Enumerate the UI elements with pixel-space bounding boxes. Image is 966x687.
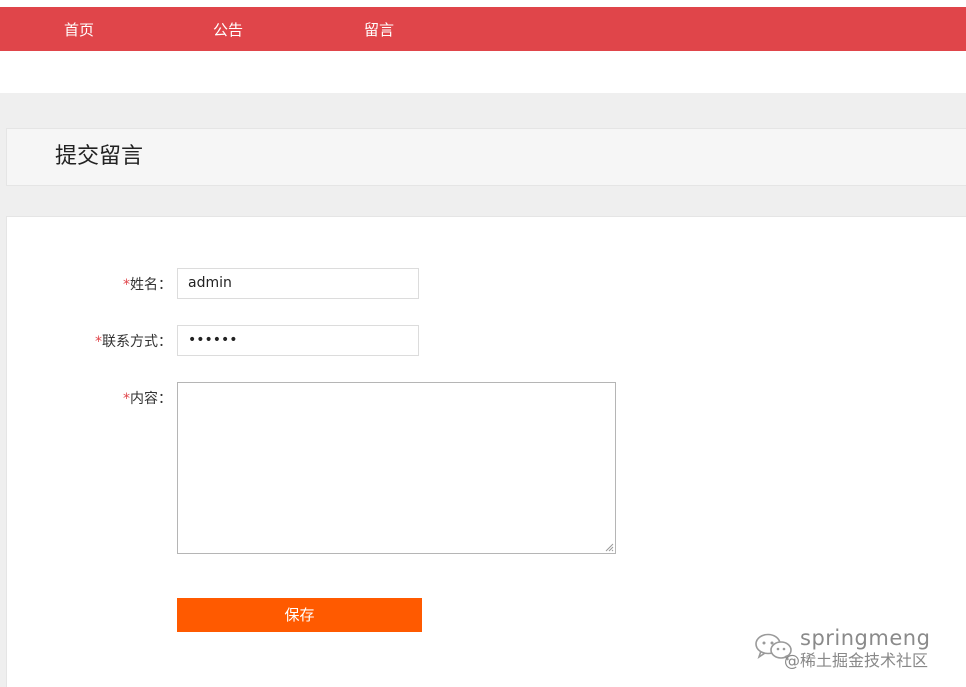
name-label-text: 姓名： bbox=[130, 277, 172, 293]
name-input[interactable]: admin bbox=[177, 268, 419, 299]
watermark: springmeng @稀土掘金技术社区 bbox=[754, 626, 959, 670]
nav-item-messages[interactable]: 留言 bbox=[364, 7, 394, 51]
title-panel: 提交留言 bbox=[6, 128, 966, 186]
nav-item-announcements[interactable]: 公告 bbox=[213, 7, 243, 51]
contact-label: *联系方式： bbox=[95, 332, 172, 352]
resize-grip-icon[interactable] bbox=[605, 543, 614, 552]
required-mark: * bbox=[123, 277, 130, 293]
top-nav-bar: 首页 公告 留言 bbox=[0, 7, 966, 51]
message-form: *姓名： admin *联系方式： •••••• *内容： 保存 bbox=[6, 216, 966, 687]
save-button[interactable]: 保存 bbox=[177, 598, 422, 632]
required-mark: * bbox=[95, 334, 102, 350]
name-label: *姓名： bbox=[123, 275, 172, 295]
nav-item-home[interactable]: 首页 bbox=[64, 7, 94, 51]
page-title: 提交留言 bbox=[55, 144, 144, 169]
contact-label-text: 联系方式： bbox=[102, 334, 172, 350]
content-textarea[interactable] bbox=[177, 382, 616, 554]
required-mark: * bbox=[123, 391, 130, 407]
content-label-text: 内容： bbox=[130, 391, 172, 407]
content-label: *内容： bbox=[123, 389, 172, 409]
contact-password-input[interactable]: •••••• bbox=[177, 325, 419, 356]
watermark-site: @稀土掘金技术社区 bbox=[784, 651, 929, 670]
